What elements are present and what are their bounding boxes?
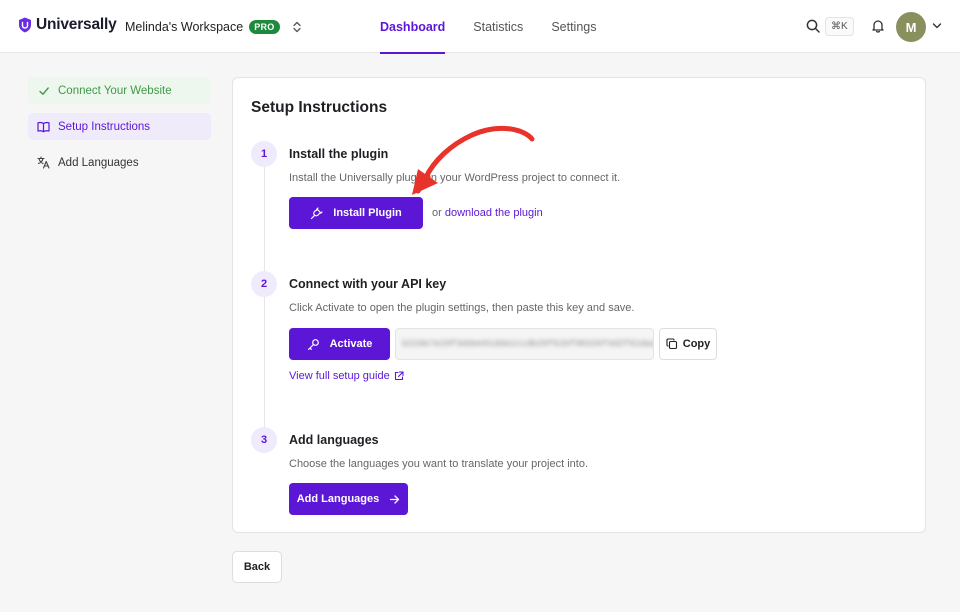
add-languages-button[interactable]: Add Languages <box>289 483 408 515</box>
link-label: View full setup guide <box>289 370 390 382</box>
logo-shield-icon <box>18 17 32 33</box>
sidebar-item-add-languages[interactable]: Add Languages <box>28 149 211 176</box>
download-plugin-link[interactable]: download the plugin <box>445 207 543 219</box>
bell-icon[interactable] <box>870 18 886 34</box>
page-title: Setup Instructions <box>251 99 388 116</box>
sidebar-item-connect-website[interactable]: Connect Your Website <box>28 77 211 104</box>
check-icon <box>37 84 50 97</box>
copy-button[interactable]: Copy <box>659 328 717 360</box>
app-name: Universally <box>36 16 117 33</box>
workspace-name: Melinda's Workspace <box>125 19 244 34</box>
alt-download-text: or download the plugin <box>432 207 543 219</box>
workspace-switcher[interactable]: Melinda's Workspace PRO <box>117 13 310 40</box>
button-label: Copy <box>682 338 711 350</box>
install-plugin-button[interactable]: Install Plugin <box>289 197 423 229</box>
book-icon <box>37 120 50 133</box>
step-number: 2 <box>251 271 277 297</box>
setup-guide-link[interactable]: View full setup guide <box>289 370 404 382</box>
plan-badge: PRO <box>249 19 280 34</box>
setup-card: Setup Instructions 1 Install the plugin … <box>232 77 926 533</box>
sidebar-item-label: Setup Instructions <box>58 120 151 133</box>
chevron-up-down-icon <box>292 21 302 33</box>
api-key-field[interactable]: b22de7e29f3ddee91dda1ccdb29f61bf98326f4d… <box>395 328 654 360</box>
step-description: Choose the languages you want to transla… <box>289 458 589 470</box>
step-title: Install the plugin <box>289 147 389 161</box>
key-icon <box>307 338 320 351</box>
chevron-down-icon[interactable] <box>932 22 942 30</box>
translate-icon <box>37 156 50 169</box>
steps-timeline <box>264 166 265 441</box>
step-title: Connect with your API key <box>289 277 447 291</box>
activate-button[interactable]: Activate <box>289 328 390 360</box>
sidebar-item-label: Connect Your Website <box>58 84 172 97</box>
search-shortcut[interactable]: ⌘K <box>825 17 854 36</box>
avatar[interactable]: M <box>896 12 926 42</box>
arrow-right-icon <box>389 494 400 505</box>
external-link-icon <box>394 371 404 381</box>
step-description: Install the Universally plugin in your W… <box>289 172 621 184</box>
plug-icon <box>310 206 323 220</box>
sidebar-item-setup-instructions[interactable]: Setup Instructions <box>28 113 211 140</box>
back-button[interactable]: Back <box>232 551 282 583</box>
button-label: Activate <box>329 338 373 350</box>
alt-prefix: or <box>432 207 442 219</box>
button-label: Install Plugin <box>333 207 402 219</box>
tab-settings[interactable]: Settings <box>537 0 610 53</box>
sidebar-item-label: Add Languages <box>58 156 139 169</box>
step-title: Add languages <box>289 433 379 447</box>
step-number: 3 <box>251 427 277 453</box>
copy-icon <box>666 338 678 350</box>
app-logo[interactable]: Universally <box>18 16 117 34</box>
button-label: Add Languages <box>296 493 380 505</box>
main-nav: Dashboard Statistics Settings <box>366 0 610 54</box>
search-icon[interactable] <box>805 18 821 34</box>
setup-sidebar: Connect Your Website Setup Instructions … <box>28 77 211 185</box>
tab-statistics[interactable]: Statistics <box>459 0 537 53</box>
top-bar: Universally Melinda's Workspace PRO Dash… <box>0 0 960 54</box>
api-key-value: b22de7e29f3ddee91dda1ccdb29f61bf98326f4d… <box>402 339 654 349</box>
tab-dashboard[interactable]: Dashboard <box>366 0 459 54</box>
step-number: 1 <box>251 141 277 167</box>
step-description: Click Activate to open the plugin settin… <box>289 302 635 314</box>
